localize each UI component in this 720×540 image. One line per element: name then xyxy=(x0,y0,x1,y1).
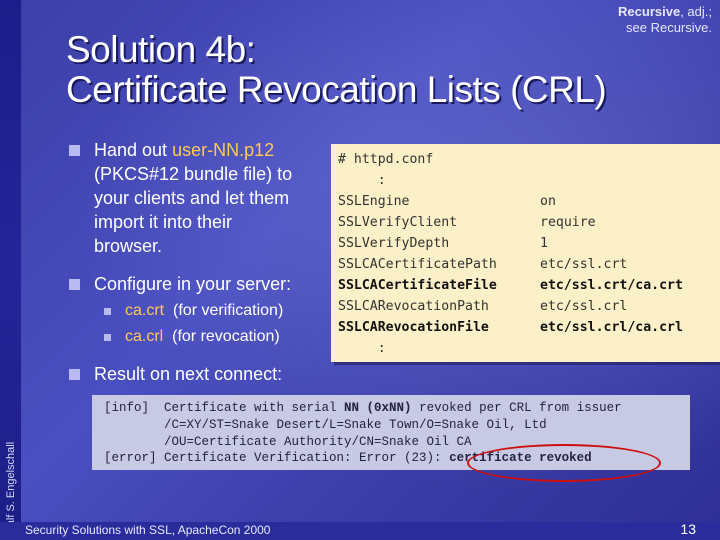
config-key: SSLCARevocationPath xyxy=(338,299,489,314)
bullet1-line: browser. xyxy=(94,236,163,256)
config-key: : xyxy=(338,341,386,356)
bullet1-line: (PKCS#12 bundle file) to xyxy=(94,164,293,184)
config-row: SSLCARevocationPath etc/ssl.crl xyxy=(338,296,720,317)
config-value: etc/ssl.crl/ca.crl xyxy=(540,320,683,335)
ca-crt-filename: ca.crt xyxy=(125,302,165,319)
config-key: SSLVerifyClient xyxy=(338,215,458,230)
config-key: # httpd.conf xyxy=(338,152,434,167)
server-log-box: [info] Certificate with serial NN (0xNN)… xyxy=(92,395,690,470)
log-line: [error] Certificate Verification: Error … xyxy=(104,450,690,467)
bullet-square-icon xyxy=(69,279,80,290)
footer-text: Security Solutions with SSL, ApacheCon 2… xyxy=(25,523,271,537)
log-line: /OU=Certificate Authority/CN=Snake Oil C… xyxy=(104,434,472,449)
config-value: etc/ssl.crl xyxy=(540,299,628,314)
title-line1: Solution 4b: xyxy=(66,29,256,70)
slide-title: Solution 4b: Certificate Revocation List… xyxy=(66,29,607,110)
log-line: [info] Certificate with serial NN (0xNN)… xyxy=(104,400,690,417)
config-key: SSLCARevocationFile xyxy=(338,320,489,335)
bullet2-text: Configure in your server: xyxy=(94,274,292,294)
recursive-quote: Recursive, adj.; see Recursive. xyxy=(618,4,712,36)
bullet1-line: your clients and let them xyxy=(94,188,290,208)
quote-rest: , adj.; xyxy=(680,4,712,19)
config-row: SSLEngine on xyxy=(338,191,720,212)
config-row: SSLCACertificatePath etc/ssl.crt xyxy=(338,254,720,275)
log-line: /C=XY/ST=Snake Desert/L=Snake Town/O=Sna… xyxy=(104,417,547,432)
config-value: etc/ssl.crt/ca.crt xyxy=(540,278,683,293)
log-serial: NN (0xNN) xyxy=(344,401,412,415)
config-key: : xyxy=(338,173,386,188)
bullet-square-icon xyxy=(69,145,80,156)
config-row: SSLVerifyClient require xyxy=(338,212,720,233)
config-row: SSLVerifyDepth 1 xyxy=(338,233,720,254)
quote-word: Recursive xyxy=(618,4,681,19)
httpd-conf-box: # httpd.conf : SSLEngine on SSLVerifyClie… xyxy=(331,144,720,362)
bullet1-prefix: Hand out xyxy=(94,140,173,160)
config-row: # httpd.conf xyxy=(338,149,720,170)
config-key: SSLCACertificateFile xyxy=(338,278,497,293)
sub-bullet-square-icon xyxy=(104,334,111,341)
quote-line2: see Recursive. xyxy=(626,20,712,35)
config-value: require xyxy=(540,215,596,230)
config-value: on xyxy=(540,194,556,209)
page-number: 13 xyxy=(680,521,696,537)
config-row: : xyxy=(338,338,720,359)
bullet-result: Result on next connect: xyxy=(69,362,329,388)
ca-crl-note: (for revocation) xyxy=(172,328,280,345)
config-key: SSLEngine xyxy=(338,194,410,209)
log-text: [info] Certificate with serial xyxy=(104,401,345,415)
config-row-bold: SSLCACertificateFile etc/ssl.crt/ca.crt xyxy=(338,275,720,296)
bullet-square-icon xyxy=(69,369,80,380)
config-row: : xyxy=(338,170,720,191)
config-value: etc/ssl.crt xyxy=(540,257,628,272)
log-revoked: certificate revoked xyxy=(449,451,592,466)
config-key: SSLVerifyDepth xyxy=(338,236,450,251)
config-row-bold: SSLCARevocationFile etc/ssl.crl/ca.crl xyxy=(338,317,720,338)
log-text: [error] Certificate Verification: Error … xyxy=(104,451,450,466)
sub-bullet-square-icon xyxy=(104,308,111,315)
ca-crl-filename: ca.crl xyxy=(125,328,164,345)
config-value: 1 xyxy=(540,236,548,251)
bullet3-text: Result on next connect: xyxy=(94,364,283,384)
log-text: revoked per CRL from issuer xyxy=(411,401,622,415)
bullet1-line: import it into their xyxy=(94,212,233,232)
bullet-hand-out: Hand out user-NN.p12 (PKCS#12 bundle fil… xyxy=(69,138,329,262)
p12-filename: user-NN.p12 xyxy=(172,140,275,160)
ca-crt-note: (for verification) xyxy=(173,302,284,319)
config-key: SSLCACertificatePath xyxy=(338,257,497,272)
title-line2: Certificate Revocation Lists (CRL) xyxy=(66,69,607,110)
bullet-configure: Configure in your server: xyxy=(69,272,329,298)
author-name: Ralf S. Engelschall xyxy=(5,441,17,535)
